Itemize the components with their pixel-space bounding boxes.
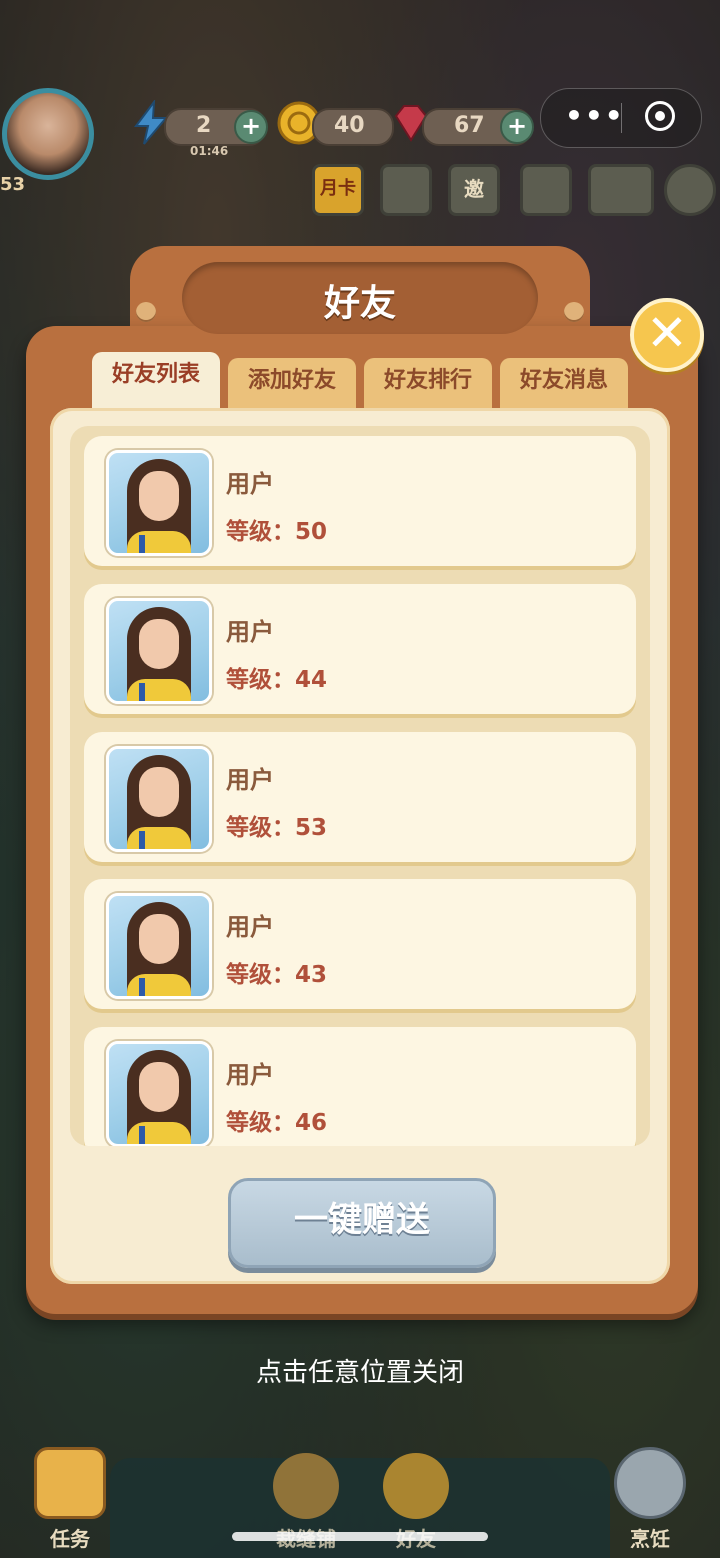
friend-level: 等级：50 bbox=[226, 519, 328, 545]
coin-counter: 40 bbox=[312, 108, 394, 146]
panel-title: 好友 bbox=[323, 283, 396, 324]
friend-level: 等级：53 bbox=[226, 815, 328, 841]
friend-row[interactable]: 用户 等级：46 bbox=[84, 1027, 636, 1146]
tab-add-friend[interactable]: 添加好友 bbox=[228, 358, 356, 408]
friend-name: 用户 bbox=[226, 470, 274, 498]
nav-cooking[interactable]: 烹饪 bbox=[600, 1447, 700, 1552]
energy-counter: 2 01:46 + bbox=[164, 108, 268, 158]
capsule-divider bbox=[621, 103, 622, 133]
cooking-pan-icon bbox=[614, 1447, 686, 1519]
nav-task-label: 任务 bbox=[50, 1527, 90, 1551]
sewing-icon bbox=[273, 1453, 339, 1519]
tab-friend-messages[interactable]: 好友消息 bbox=[500, 358, 628, 408]
coin-value: 40 bbox=[334, 113, 365, 138]
friend-avatar bbox=[106, 893, 212, 999]
close-icon: ✕ bbox=[646, 304, 688, 362]
mini-program-capsule: ••• bbox=[540, 88, 702, 148]
friends-icon bbox=[383, 1453, 449, 1519]
friend-name: 用户 bbox=[226, 766, 274, 794]
more-menu-button[interactable]: ••• bbox=[565, 99, 625, 132]
friend-avatar bbox=[106, 1041, 212, 1146]
tap-to-close-hint: 点击任意位置关闭 bbox=[255, 1358, 464, 1388]
friend-avatar bbox=[106, 746, 212, 852]
energy-timer: 01:46 bbox=[190, 144, 229, 158]
rivet-left bbox=[136, 302, 156, 322]
tab-friend-ranking[interactable]: 好友排行 bbox=[364, 358, 492, 408]
player-level: 53 bbox=[0, 174, 26, 195]
friend-level: 等级：46 bbox=[226, 1110, 328, 1136]
friend-row[interactable]: 用户 等级：44 bbox=[84, 584, 636, 714]
bottom-nav-bar bbox=[110, 1458, 610, 1558]
friend-name: 用户 bbox=[226, 1061, 274, 1089]
nav-task[interactable]: 任务 bbox=[20, 1447, 120, 1552]
month-card-button[interactable]: 月卡 bbox=[312, 164, 364, 216]
add-gems-button[interactable]: + bbox=[500, 110, 534, 144]
friend-avatar bbox=[106, 450, 212, 556]
settings-gear-icon[interactable] bbox=[664, 164, 716, 216]
friend-row[interactable]: 用户 等级：53 bbox=[84, 732, 636, 862]
home-indicator[interactable] bbox=[232, 1532, 488, 1541]
friend-level: 等级：44 bbox=[226, 667, 328, 693]
friend-list[interactable]: 用户 等级：50 用户 等级：44 用户 等级：53 用户 等级：43 用户 等… bbox=[70, 426, 650, 1146]
nav-cooking-label: 烹饪 bbox=[630, 1527, 670, 1551]
rivet-right bbox=[564, 302, 584, 322]
friend-name: 用户 bbox=[226, 913, 274, 941]
gem-value: 67 bbox=[454, 113, 485, 138]
task-clipboard-icon bbox=[34, 1447, 106, 1519]
friend-level: 等级：43 bbox=[226, 962, 328, 988]
player-portrait bbox=[2, 88, 94, 180]
book-icon[interactable] bbox=[520, 164, 572, 216]
gift-all-button[interactable]: 一键赠送 bbox=[228, 1178, 496, 1268]
friend-avatar bbox=[106, 598, 212, 704]
friend-name: 用户 bbox=[226, 618, 274, 646]
friend-row[interactable]: 用户 等级：43 bbox=[84, 879, 636, 1009]
panel-title-plate: 好友 bbox=[182, 262, 538, 334]
calendar-icon[interactable] bbox=[380, 164, 432, 216]
close-mini-program-icon[interactable] bbox=[645, 101, 675, 131]
friend-row[interactable]: 用户 等级：50 bbox=[84, 436, 636, 566]
tab-friend-list[interactable]: 好友列表 bbox=[92, 352, 220, 408]
player-avatar[interactable]: 53 bbox=[0, 82, 94, 195]
gem-counter: 67 + bbox=[422, 108, 534, 146]
invite-button[interactable]: 邀 bbox=[448, 164, 500, 216]
close-button[interactable]: ✕ bbox=[630, 298, 704, 372]
mail-icon[interactable] bbox=[588, 164, 654, 216]
energy-value: 2 bbox=[196, 113, 212, 138]
add-energy-button[interactable]: + bbox=[234, 110, 268, 144]
